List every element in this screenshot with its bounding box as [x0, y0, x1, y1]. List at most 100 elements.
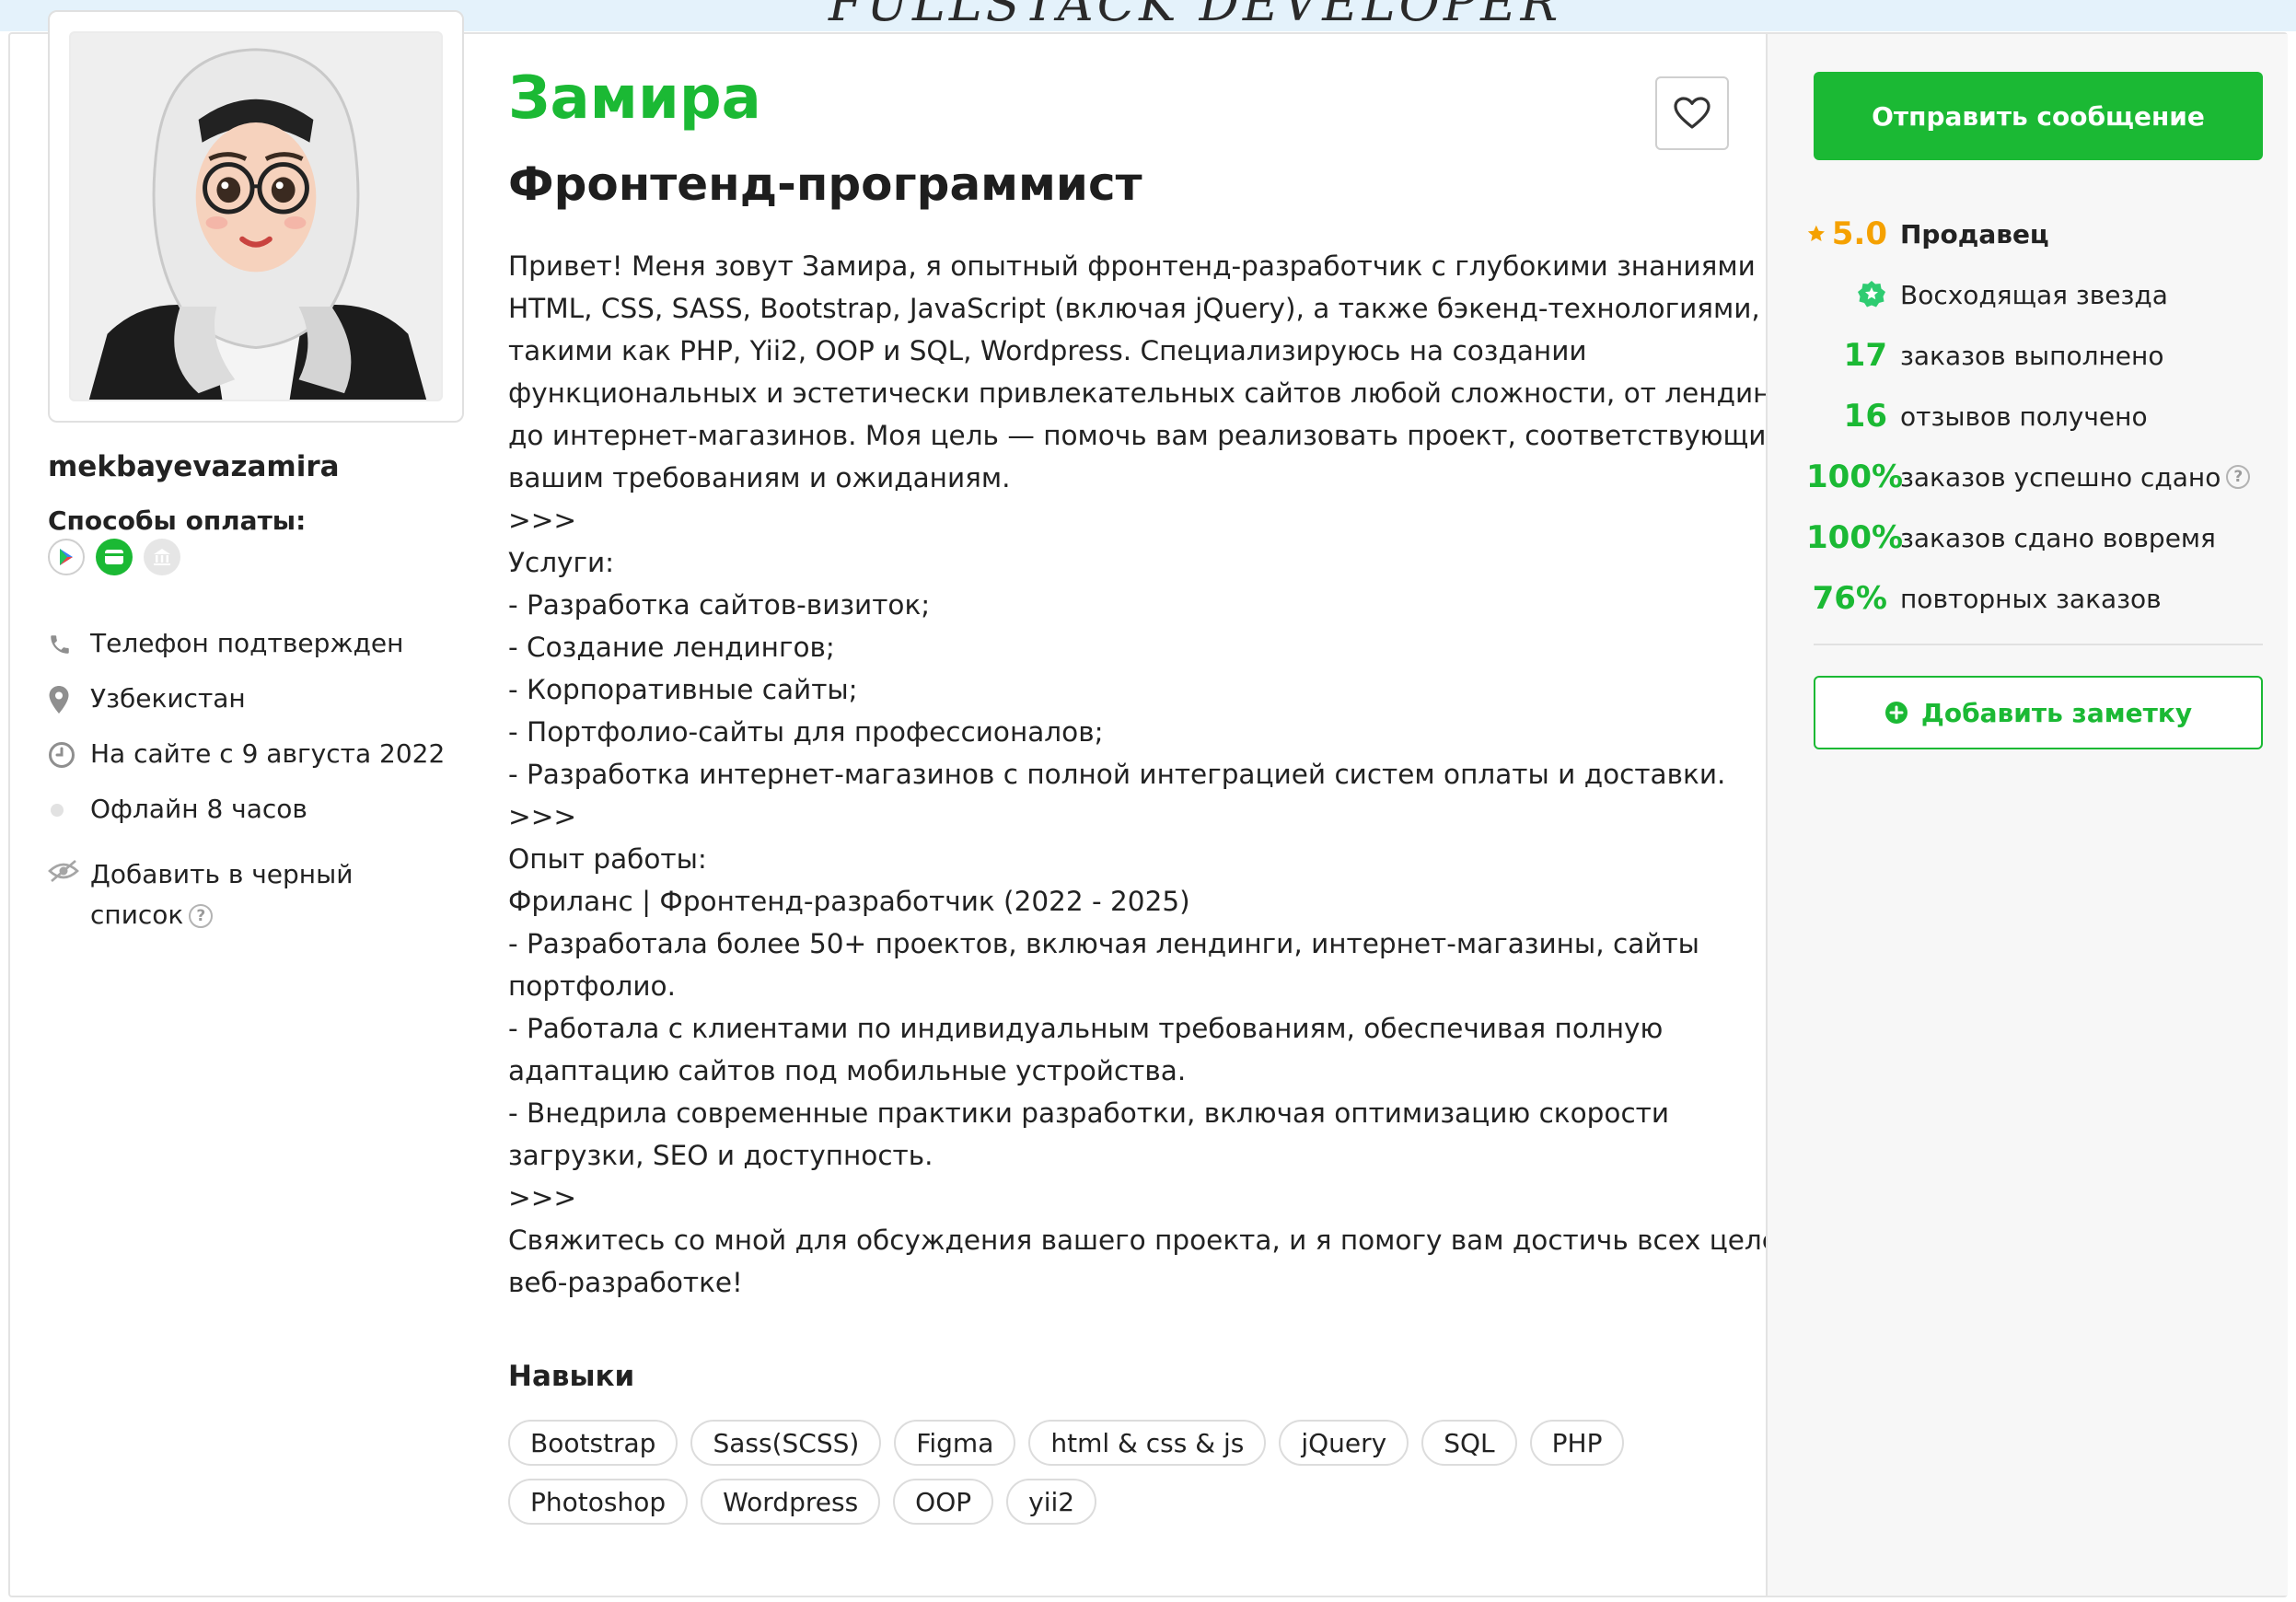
divider — [1814, 644, 2263, 645]
profile-name: Замира — [508, 64, 761, 133]
location-label: Узбекистан — [90, 683, 246, 714]
send-message-button[interactable]: Отправить сообщение — [1814, 72, 2263, 160]
stat-rising-star: Восходящая звезда — [1806, 264, 2267, 325]
bio-line: Фриланс | Фронтенд-разработчик (2022 - 2… — [508, 886, 1190, 917]
bio-line: - Разработка сайтов-визиток; — [508, 589, 931, 621]
bio-line: - Разработка интернет-магазинов с полной… — [508, 759, 1726, 790]
bank-icon[interactable] — [144, 539, 180, 575]
plus-circle-icon — [1884, 702, 1908, 724]
star-icon — [1807, 225, 1825, 241]
skill-chip[interactable]: jQuery — [1279, 1420, 1409, 1466]
add-to-blacklist-text[interactable]: Добавить в черный список? — [90, 854, 353, 935]
rising-star-label: Восходящая звезда — [1900, 279, 2168, 310]
location-pin-icon — [48, 683, 90, 716]
bio-line: - Портфолио-сайты для профессионалов; — [508, 716, 1104, 748]
online-status: Офлайн 8 часов — [48, 794, 453, 849]
add-to-blacklist-line2[interactable]: список — [90, 900, 183, 930]
success-percent: 100% — [1806, 459, 1904, 495]
rising-star-badge-icon — [1806, 279, 1900, 310]
payment-methods — [48, 539, 180, 575]
add-to-blacklist-line1[interactable]: Добавить в черный — [90, 859, 353, 889]
online-status-label: Офлайн 8 часов — [90, 794, 307, 824]
bio-line: - Корпоративные сайты; — [508, 674, 858, 705]
skill-chip[interactable]: Sass(SCSS) — [690, 1420, 882, 1466]
stat-success: 100% заказов успешно сдано ? — [1806, 447, 2267, 507]
skill-chip[interactable]: Figma — [894, 1420, 1016, 1466]
profile-info-list: Телефон подтвержден Узбекистан На сайте … — [48, 628, 453, 935]
bio-line: - Внедрила современные практики разработ… — [508, 1097, 1670, 1129]
bio-line: Привет! Меня зовут Замира, я опытный фро… — [508, 250, 1780, 282]
stat-reviews: 16 отзывов получено — [1806, 386, 2267, 447]
reviews-label: отзывов получено — [1900, 400, 2148, 432]
rating-value: 5.0 — [1806, 215, 1900, 252]
avatar[interactable] — [69, 31, 443, 401]
repeat-label: повторных заказов — [1900, 583, 2162, 614]
location: Узбекистан — [48, 683, 453, 738]
card-icon[interactable] — [96, 539, 133, 575]
bio-line: >>> — [508, 505, 577, 536]
offline-dot-icon — [48, 794, 90, 827]
add-note-button[interactable]: Добавить заметку — [1814, 676, 2263, 749]
skill-chip[interactable]: OOP — [893, 1479, 994, 1525]
add-note-label[interactable]: Добавить заметку — [1921, 698, 2192, 728]
bio-line: Опыт работы: — [508, 843, 707, 875]
bio-line: вашим требованиям и ожиданиям. — [508, 462, 1011, 493]
skill-chip[interactable]: Photoshop — [508, 1479, 689, 1525]
profile-card: mekbayevazamira Способы оплаты: Телефон … — [8, 10, 2288, 1597]
play-market-icon[interactable] — [48, 539, 85, 575]
rating-label: Продавец — [1900, 218, 2049, 250]
bio-line: портфолио. — [508, 970, 676, 1002]
username: mekbayevazamira — [48, 450, 340, 483]
help-icon[interactable]: ? — [189, 904, 214, 928]
bio-line: функциональных и эстетически привлекател… — [508, 377, 1818, 409]
phone-verified-label: Телефон подтвержден — [90, 628, 404, 658]
bio-line: HTML, CSS, SASS, Bootstrap, JavaScript (… — [508, 293, 1760, 324]
stat-rating: 5.0 Продавец — [1806, 203, 2267, 264]
profile-role: Фронтенд-программист — [508, 157, 1142, 211]
skill-chip[interactable]: PHP — [1529, 1420, 1625, 1466]
stat-repeat: 76% повторных заказов — [1806, 568, 2267, 629]
bio-line: >>> — [508, 801, 577, 832]
heart-icon — [1674, 97, 1710, 129]
bio-line: адаптацию сайтов под мобильные устройств… — [508, 1055, 1187, 1086]
profile-description: Привет! Меня зовут Замира, я опытный фро… — [508, 245, 1821, 1304]
member-since-label: На сайте с 9 августа 2022 — [90, 738, 446, 769]
banner-title: FULLSTACK DEVELOPER — [829, 0, 1562, 31]
eye-off-icon — [48, 854, 90, 888]
skill-chip[interactable]: Bootstrap — [508, 1420, 678, 1466]
orders-done-label: заказов выполнено — [1900, 340, 2164, 371]
bio-line: такими как PHP, Yii2, OOP и SQL, Wordpre… — [508, 335, 1587, 366]
skill-chip[interactable]: html & css & js — [1028, 1420, 1267, 1466]
skill-chip[interactable]: Wordpress — [701, 1479, 881, 1525]
bio-line: - Разработала более 50+ проектов, включа… — [508, 928, 1699, 959]
favorite-button[interactable] — [1655, 76, 1729, 150]
bio-line: до интернет-магазинов. Моя цель — помочь… — [508, 420, 1784, 451]
avatar-frame — [48, 10, 464, 423]
member-since: На сайте с 9 августа 2022 — [48, 738, 453, 794]
ontime-percent: 100% — [1806, 519, 1904, 556]
seller-panel: Отправить сообщение 5.0 Продавец Восходя… — [1766, 34, 2288, 1596]
stat-ontime: 100% заказов сдано вовремя — [1806, 507, 2267, 568]
skills-list: Bootstrap Sass(SCSS) Figma html & css & js j… — [508, 1420, 1742, 1525]
add-to-blacklist[interactable]: Добавить в черный список? — [48, 854, 453, 935]
bio-line: - Создание лендингов; — [508, 632, 835, 663]
bio-line: - Работала с клиентами по индивидуальным… — [508, 1013, 1664, 1044]
bio-line: Свяжитесь со мной для обсуждения вашего … — [508, 1225, 1821, 1256]
bio-line: >>> — [508, 1182, 577, 1213]
phone-icon — [48, 628, 90, 661]
skill-chip[interactable]: yii2 — [1006, 1479, 1097, 1525]
skills-title: Навыки — [508, 1360, 635, 1393]
seller-stats: 5.0 Продавец Восходящая звезда 17 заказо… — [1806, 203, 2267, 629]
phone-verified: Телефон подтвержден — [48, 628, 453, 683]
skill-chip[interactable]: SQL — [1421, 1420, 1517, 1466]
ontime-label: заказов сдано вовремя — [1900, 522, 2216, 553]
bio-line: Услуги: — [508, 547, 615, 578]
bio-line: веб-разработке! — [508, 1267, 743, 1298]
payment-methods-label: Способы оплаты: — [48, 505, 307, 536]
clock-icon — [48, 738, 90, 772]
orders-done-count: 17 — [1843, 337, 1887, 374]
rating-number: 5.0 — [1831, 215, 1887, 252]
repeat-percent: 76% — [1812, 580, 1887, 617]
help-icon[interactable]: ? — [2226, 465, 2251, 489]
bio-line: загрузки, SEO и доступность. — [508, 1140, 933, 1171]
